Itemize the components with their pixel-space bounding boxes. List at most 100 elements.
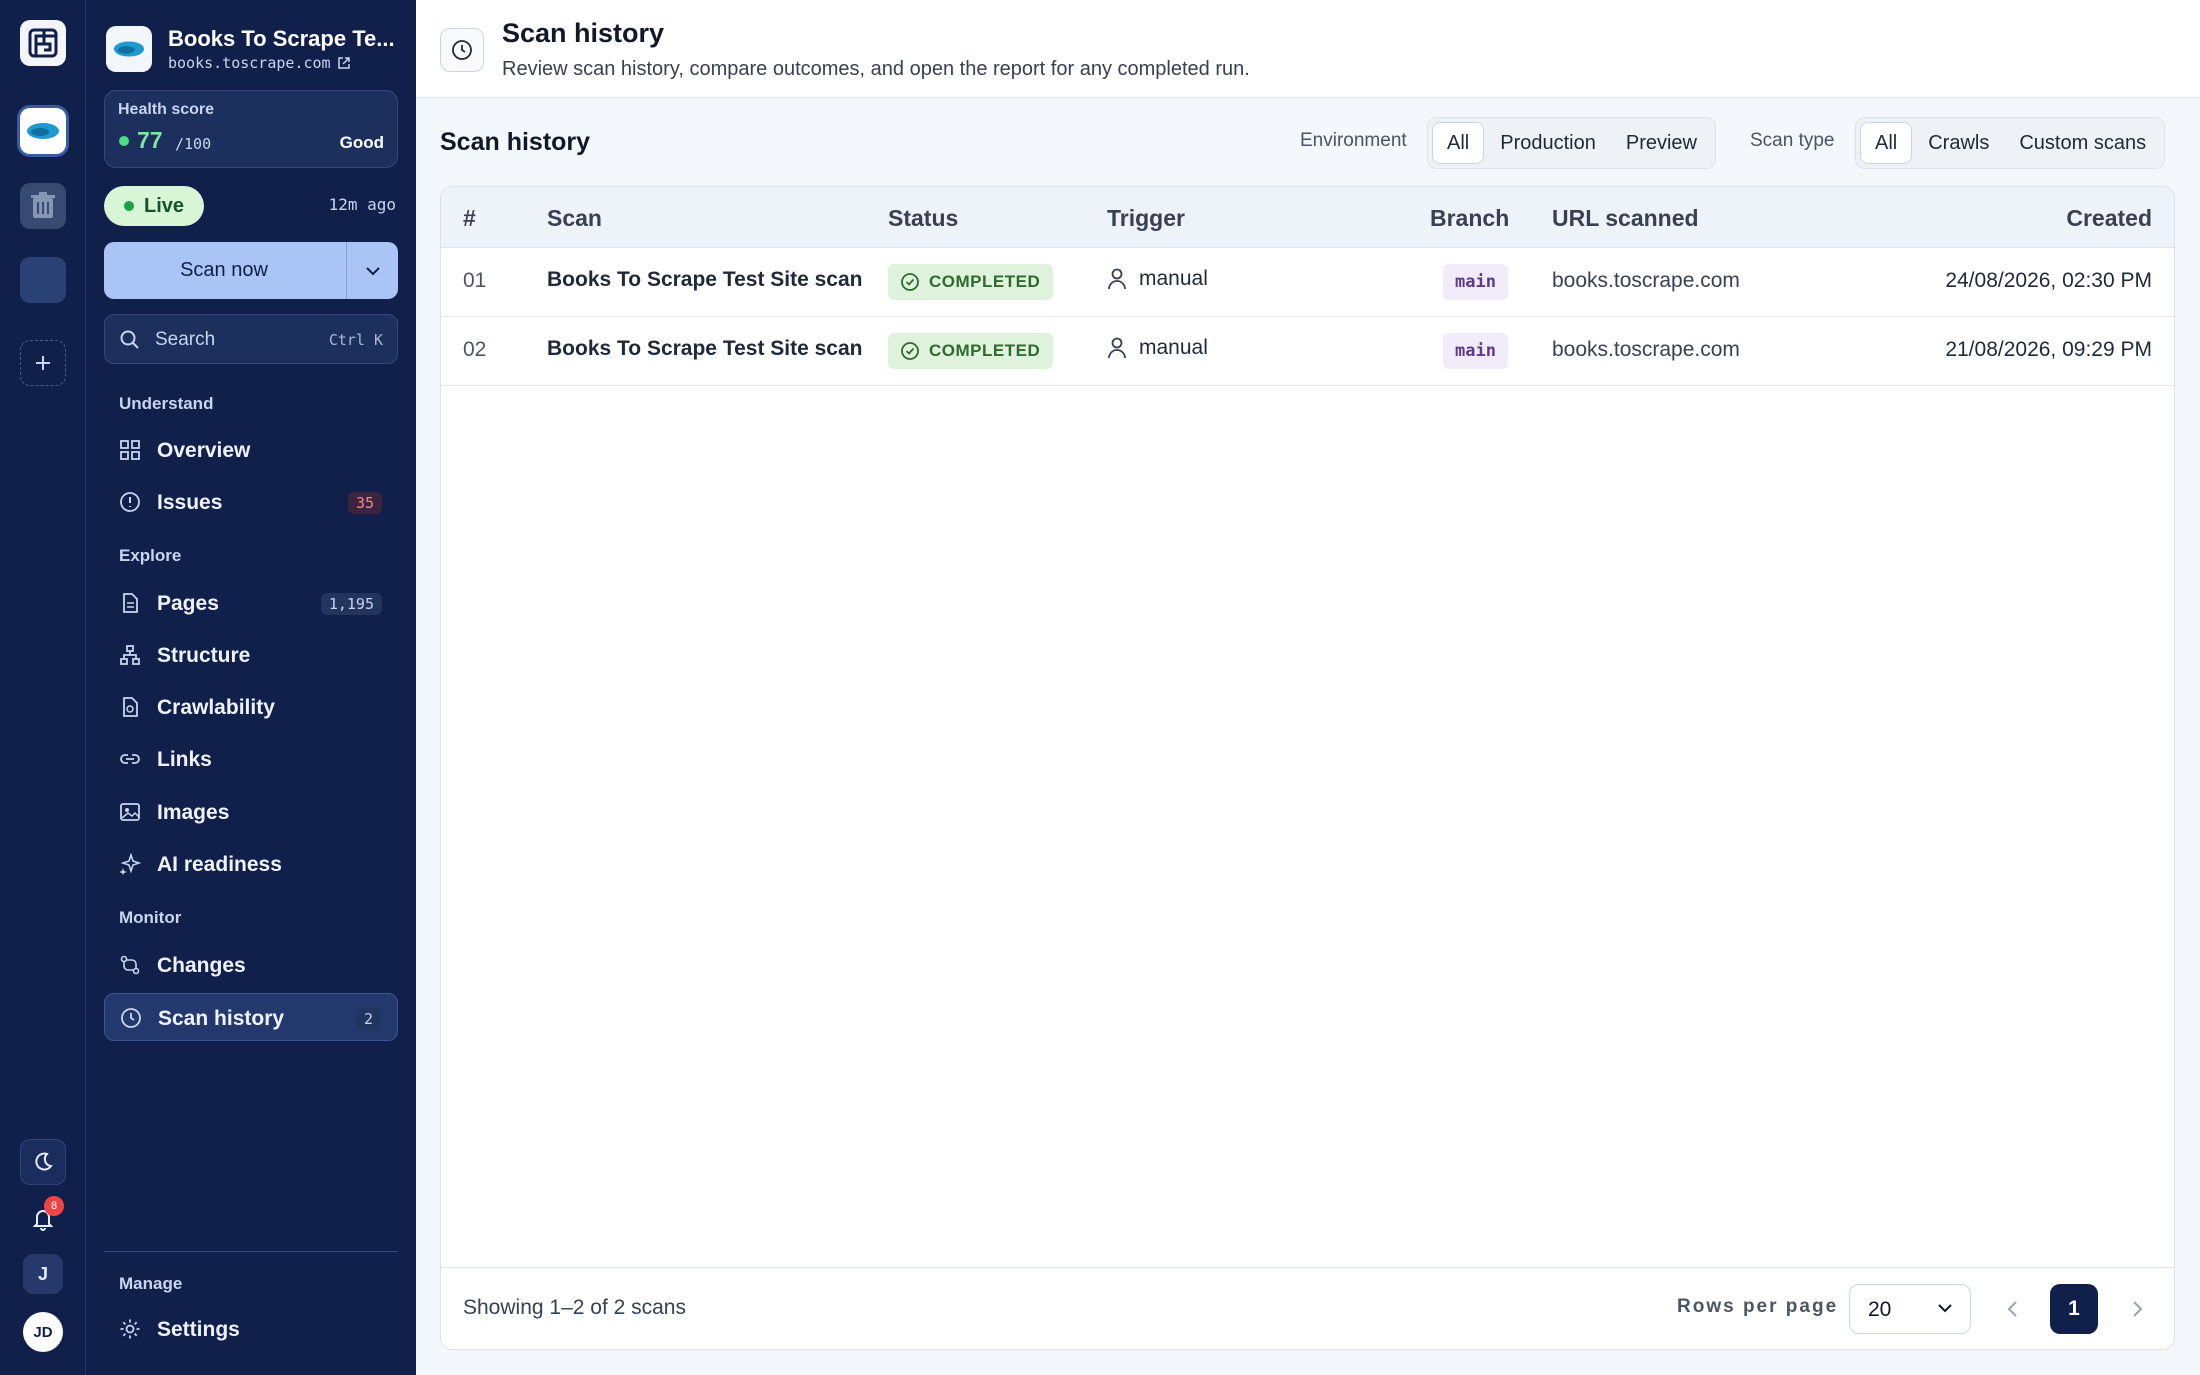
sitemap-icon xyxy=(120,645,140,665)
scan-type-filter-label: Scan type xyxy=(1750,130,1835,151)
page-button-current[interactable]: 1 xyxy=(2050,1284,2098,1334)
app-logo-icon[interactable] xyxy=(20,20,66,66)
status-badge: COMPLETED xyxy=(888,333,1054,369)
notifications-count-badge: 8 xyxy=(44,1196,64,1216)
project-logo-icon xyxy=(106,26,152,72)
status-badge: COMPLETED xyxy=(888,264,1054,300)
dark-mode-toggle-icon[interactable] xyxy=(20,1139,66,1185)
app-rail: 8 J JD xyxy=(0,0,86,1375)
column-header-created[interactable]: Created xyxy=(2066,205,2152,232)
environment-option-preview[interactable]: Preview xyxy=(1612,122,1711,164)
add-project-icon[interactable] xyxy=(20,340,66,386)
sidebar-item-label: Settings xyxy=(157,1318,240,1341)
workspace-switcher[interactable]: J xyxy=(23,1254,63,1294)
rows-per-page-value: 20 xyxy=(1868,1298,1892,1321)
sidebar-item-structure[interactable]: Structure xyxy=(104,631,398,679)
link-icon xyxy=(120,754,140,764)
scan-now-split-button: Scan now xyxy=(104,242,398,299)
scan-type-option-custom-scans[interactable]: Custom scans xyxy=(2005,122,2160,164)
column-header-scan[interactable]: Scan xyxy=(547,205,602,232)
environment-filter: All Production Preview xyxy=(1427,117,1716,169)
search-placeholder: Search xyxy=(155,329,216,350)
sidebar-item-label: Overview xyxy=(157,439,251,462)
pages-count-badge: 1,195 xyxy=(320,593,382,615)
sidebar-item-images[interactable]: Images xyxy=(104,788,398,836)
trigger-label: manual xyxy=(1139,336,1208,359)
page-title: Scan history xyxy=(502,18,665,48)
row-number: 02 xyxy=(463,338,487,361)
health-score-value: 77 xyxy=(137,127,163,153)
trigger-cell: manual xyxy=(1107,267,1208,291)
table-footer: Showing 1–2 of 2 scans Rows per page 20 … xyxy=(441,1267,2174,1349)
external-link-icon xyxy=(337,57,350,69)
row-number: 01 xyxy=(463,269,487,292)
health-grade: Good xyxy=(339,133,384,152)
sidebar-item-settings[interactable]: Settings xyxy=(104,1305,398,1353)
health-score-card[interactable]: Health score 77 /100 Good xyxy=(104,90,398,168)
live-dot xyxy=(123,201,134,211)
status-label: COMPLETED xyxy=(929,272,1041,291)
column-header-status[interactable]: Status xyxy=(888,205,958,232)
showing-count: Showing 1–2 of 2 scans xyxy=(463,1296,686,1319)
gear-icon xyxy=(120,1319,140,1339)
notifications-bell-icon[interactable]: 8 xyxy=(20,1196,66,1242)
scan-options-dropdown[interactable] xyxy=(346,242,398,299)
scan-type-option-all[interactable]: All xyxy=(1860,122,1913,164)
branch-badge: main xyxy=(1443,264,1508,300)
next-page-icon[interactable] xyxy=(2127,1295,2147,1323)
alert-circle-icon xyxy=(120,492,140,512)
rows-per-page-select[interactable]: 20 xyxy=(1849,1284,1971,1334)
live-label: Live xyxy=(143,194,185,217)
table-row[interactable]: 02 Books To Scrape Test Site scan COMPLE… xyxy=(441,317,2174,386)
project-header[interactable]: Books To Scrape Te... books.toscrape.com xyxy=(106,24,406,74)
table-header: # Scan Status Trigger Branch URL scanned… xyxy=(441,187,2174,248)
sidebar-item-changes[interactable]: Changes xyxy=(104,941,398,989)
column-header-branch[interactable]: Branch xyxy=(1430,205,1509,232)
environment-option-all[interactable]: All xyxy=(1432,122,1485,164)
clock-icon xyxy=(121,1008,141,1028)
scan-name-link[interactable]: Books To Scrape Test Site scan xyxy=(547,268,863,292)
sidebar-item-scan-history[interactable]: Scan history 2 xyxy=(104,993,398,1041)
chevron-down-icon xyxy=(1938,1304,1952,1313)
sidebar-item-ai-readiness[interactable]: AI readiness xyxy=(104,840,398,888)
sidebar-item-issues[interactable]: Issues 35 xyxy=(104,478,398,526)
column-header-url[interactable]: URL scanned xyxy=(1552,205,1699,232)
health-status-dot xyxy=(119,136,129,146)
branch-badge: main xyxy=(1443,333,1508,369)
sidebar-item-label: Changes xyxy=(157,954,246,977)
sidebar-item-pages[interactable]: Pages 1,195 xyxy=(104,579,398,627)
section-manage: Manage xyxy=(119,1274,183,1293)
image-icon xyxy=(120,803,140,821)
check-circle-icon xyxy=(901,273,919,291)
live-status-badge: Live xyxy=(104,186,204,226)
table-row[interactable]: 01 Books To Scrape Test Site scan COMPLE… xyxy=(441,248,2174,317)
section-monitor: Monitor xyxy=(119,908,182,927)
sparkles-icon xyxy=(119,853,141,875)
scan-now-button[interactable]: Scan now xyxy=(104,242,344,299)
scan-history-table: # Scan Status Trigger Branch URL scanned… xyxy=(440,186,2175,1350)
sidebar-item-links[interactable]: Links xyxy=(104,735,398,783)
column-header-trigger[interactable]: Trigger xyxy=(1107,205,1185,232)
health-score-max: /100 xyxy=(175,135,212,153)
section-explore: Explore xyxy=(119,546,182,565)
column-header-number: # xyxy=(463,205,476,231)
search-input[interactable]: Search Ctrl K xyxy=(104,314,398,364)
user-icon xyxy=(1108,268,1126,290)
grid-icon xyxy=(120,440,140,460)
health-score-label: Health score xyxy=(118,101,215,118)
previous-page-icon[interactable] xyxy=(2003,1295,2023,1323)
git-compare-icon xyxy=(120,955,140,975)
project-domain-link[interactable]: books.toscrape.com xyxy=(168,54,351,72)
environment-option-production[interactable]: Production xyxy=(1486,122,1610,164)
user-icon xyxy=(1108,337,1126,359)
sidebar-item-crawlability[interactable]: Crawlability xyxy=(104,683,398,731)
sidebar-item-overview[interactable]: Overview xyxy=(104,426,398,474)
project-books-icon[interactable] xyxy=(20,108,66,154)
scan-type-filter: All Crawls Custom scans xyxy=(1855,117,2166,169)
project-blank-icon[interactable] xyxy=(20,257,66,303)
scan-type-option-crawls[interactable]: Crawls xyxy=(1914,122,2003,164)
user-avatar[interactable]: JD xyxy=(23,1312,63,1352)
section-title: Scan history xyxy=(440,128,591,156)
project-trash-icon[interactable] xyxy=(20,183,66,229)
scan-name-link[interactable]: Books To Scrape Test Site scan xyxy=(547,337,863,361)
